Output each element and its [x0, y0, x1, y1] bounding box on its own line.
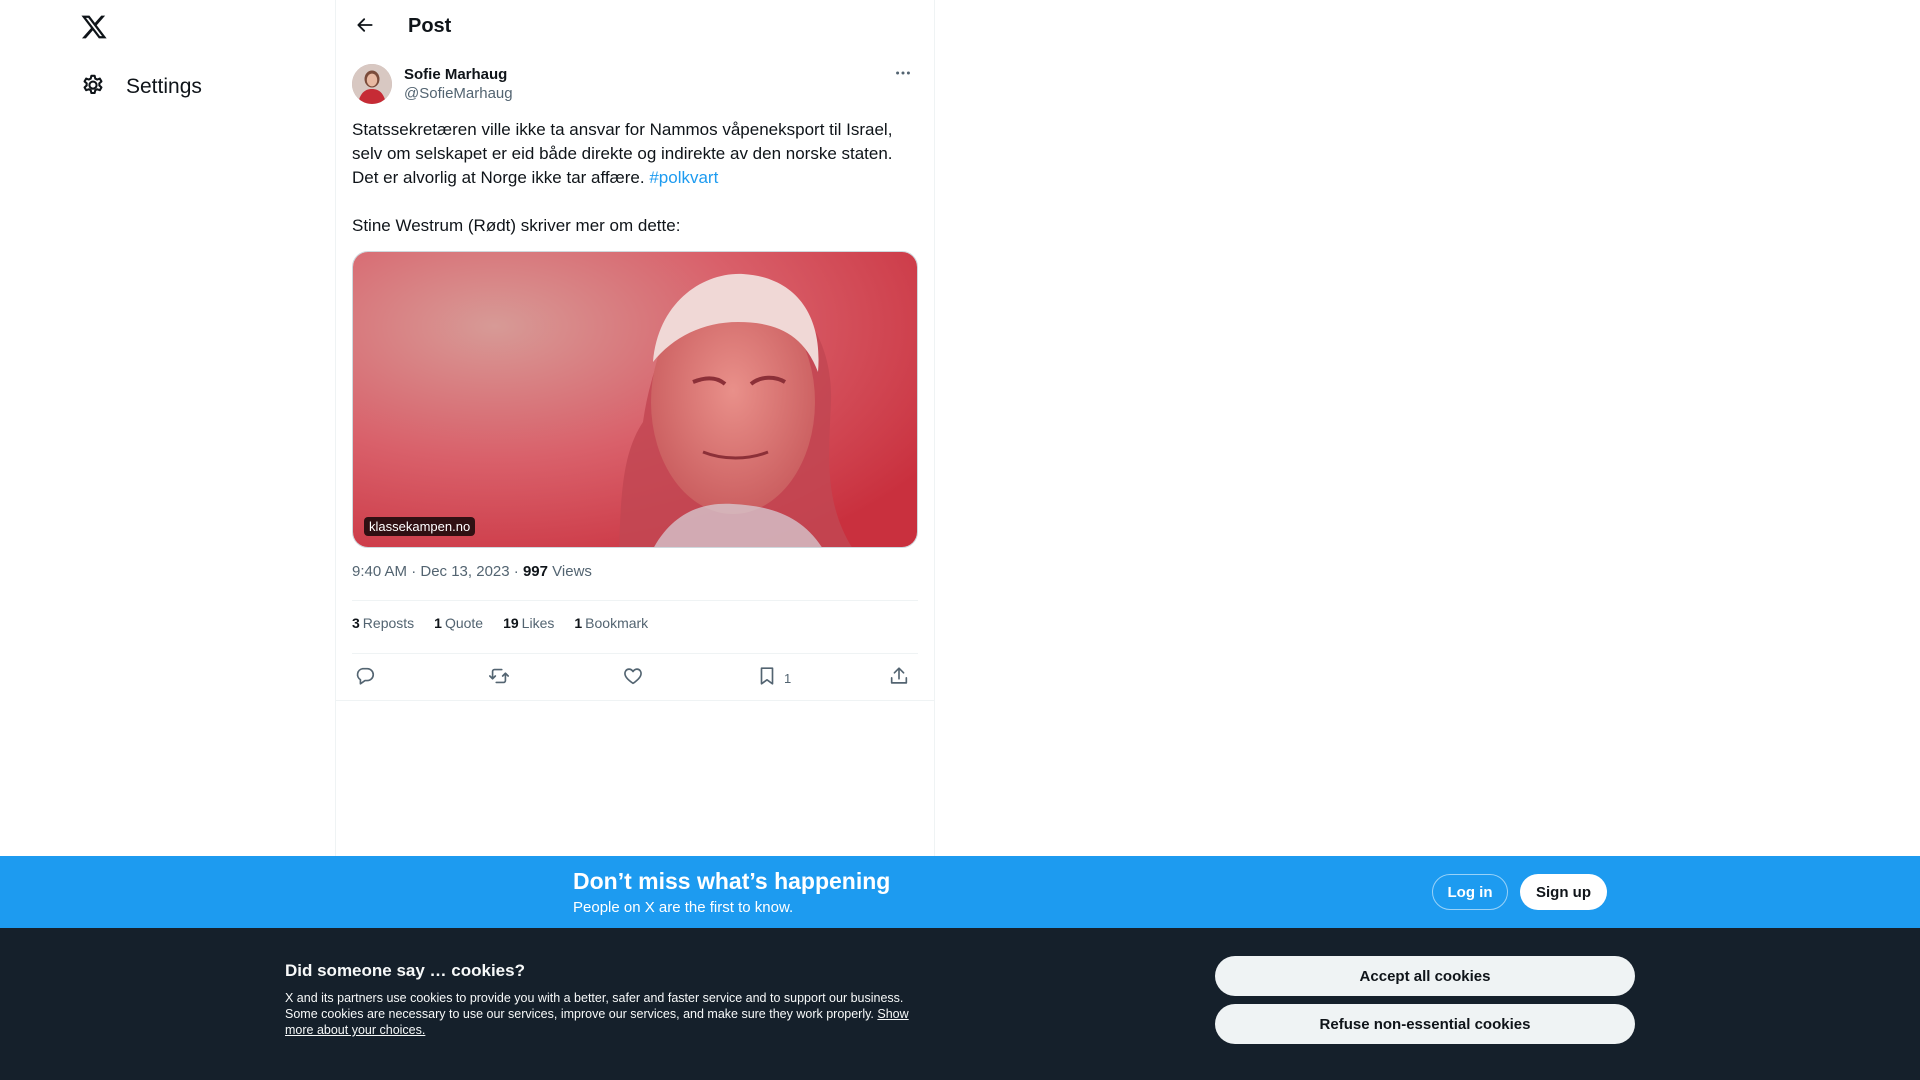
tweet-text-line: selv om selskapet er eid både direkte og… [352, 144, 893, 163]
link-card-image [353, 252, 917, 547]
like-button[interactable] [622, 665, 644, 691]
more-options-button[interactable] [888, 62, 918, 88]
more-dots-icon [893, 63, 913, 88]
primary-column: Post Sofie Marhaug @SofieMarhaug Statsse… [335, 0, 935, 856]
bookmarks-stat[interactable]: 1 Bookmark [574, 615, 648, 631]
nav-settings-label: Settings [126, 75, 202, 98]
login-button[interactable]: Log in [1432, 874, 1508, 910]
bookmarks-count: 1 [574, 615, 583, 631]
author-names: Sofie Marhaug @SofieMarhaug [404, 65, 513, 103]
bookmark-icon [756, 665, 778, 692]
tweet-text: Statssekretæren ville ikke ta ansvar for… [352, 118, 912, 238]
tweet-text-line: Det er alvorlig at Norge ikke tar affære… [352, 166, 912, 190]
tweet-timestamp[interactable]: 9:40 AM · Dec 13, 2023 [352, 563, 510, 580]
bookmark-button[interactable]: 1 [756, 665, 791, 691]
likes-stat[interactable]: 19 Likes [503, 615, 554, 631]
arrow-left-icon [355, 15, 375, 40]
quotes-stat[interactable]: 1 Quote [434, 615, 483, 631]
banner-subtitle: People on X are the first to know. [573, 899, 794, 916]
author-display-name[interactable]: Sofie Marhaug [404, 65, 513, 84]
cookie-title: Did someone say … cookies? [285, 961, 525, 980]
nav-settings[interactable]: Settings [80, 72, 202, 102]
tweet-meta: 9:40 AM · Dec 13, 2023 · 997 Views [352, 563, 592, 580]
tweet-text-line: Statssekretæren ville ikke ta ansvar for… [352, 120, 893, 139]
reply-icon [354, 665, 376, 692]
reposts-count: 3 [352, 615, 360, 631]
login-banner: Don’t miss what’s happening People on X … [0, 856, 1920, 928]
tweet-author: Sofie Marhaug @SofieMarhaug [352, 64, 513, 104]
reply-button[interactable] [354, 665, 376, 691]
divider [336, 700, 934, 701]
link-card[interactable]: klassekampen.no [352, 251, 918, 548]
cookie-body: X and its partners use cookies to provid… [285, 990, 915, 1038]
meta-separator: · [513, 563, 519, 580]
views-label: Views [552, 563, 592, 580]
page-title: Post [408, 15, 452, 37]
quotes-count: 1 [434, 615, 442, 631]
tweet-stats: 3 Reposts 1 Quote 19 Likes 1 Bookmark [352, 615, 648, 631]
tweet-text-line: Stine Westrum (Rødt) skriver mer om dett… [352, 216, 681, 235]
avatar[interactable] [352, 64, 392, 104]
app-root: Settings Post Sofie Marhaug @SofieMarhau… [0, 0, 1920, 1080]
likes-label: Likes [521, 615, 555, 631]
heart-icon [622, 665, 644, 692]
hashtag-link[interactable]: #polkvart [649, 168, 718, 187]
quotes-label: Quote [444, 615, 484, 631]
divider [352, 600, 918, 601]
cookie-consent: Did someone say … cookies? X and its par… [0, 928, 1920, 1080]
back-button[interactable] [350, 12, 380, 42]
likes-count: 19 [503, 615, 519, 631]
share-button[interactable] [888, 665, 910, 691]
author-handle[interactable]: @SofieMarhaug [404, 84, 513, 103]
tweet-actions: 1 [352, 665, 918, 691]
accept-cookies-button[interactable]: Accept all cookies [1215, 956, 1635, 996]
cookie-body-text: X and its partners use cookies to provid… [285, 991, 904, 1021]
reposts-stat[interactable]: 3 Reposts [352, 615, 414, 631]
signup-button[interactable]: Sign up [1520, 874, 1607, 910]
reposts-label: Reposts [362, 615, 415, 631]
post-header: Post [336, 0, 934, 53]
gear-icon [80, 72, 106, 103]
link-card-domain: klassekampen.no [364, 517, 476, 536]
views-count: 997 [522, 563, 548, 580]
left-nav: Settings [0, 0, 335, 856]
refuse-cookies-button[interactable]: Refuse non-essential cookies [1215, 1004, 1635, 1044]
share-icon [888, 665, 910, 692]
banner-title: Don’t miss what’s happening [573, 868, 891, 894]
repost-icon [488, 665, 510, 692]
bookmark-count: 1 [784, 670, 792, 686]
bookmarks-label: Bookmark [585, 615, 649, 631]
divider [352, 653, 918, 654]
repost-button[interactable] [488, 665, 510, 691]
x-logo-icon[interactable] [80, 13, 108, 41]
tweet-text-segment: Det er alvorlig at Norge ikke tar affære… [352, 168, 645, 187]
